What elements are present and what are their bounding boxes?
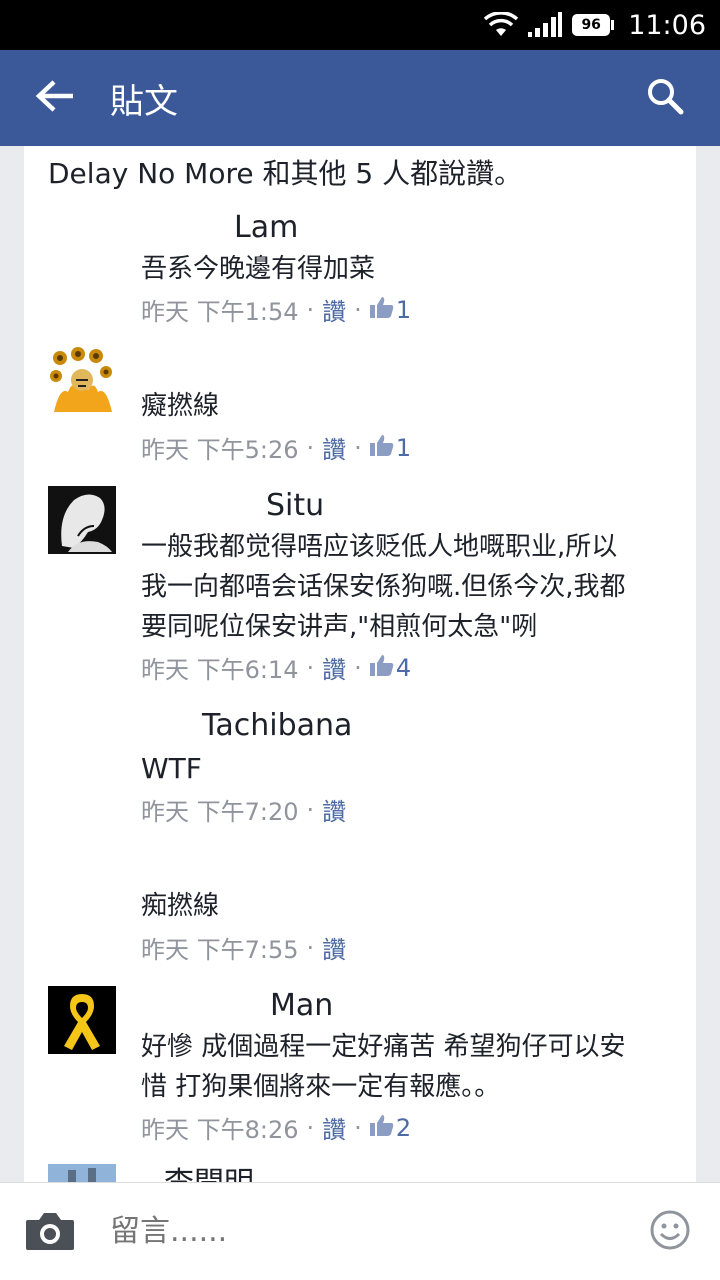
like-button[interactable]: 讚 <box>322 792 346 827</box>
comment-text: 痴撚線 <box>141 891 220 921</box>
like-count-value: 2 <box>395 1113 412 1142</box>
avatar[interactable] <box>48 1164 116 1182</box>
like-count-value: 1 <box>395 433 412 462</box>
comment-meta: 昨天 下午1:54 · 讚 · 1 <box>141 292 411 327</box>
comment-item: 痴撚線 昨天 下午7:55 · 讚 <box>48 846 672 966</box>
comment-meta: 昨天 下午6:14 · 讚 · 4 <box>141 650 411 685</box>
avatar[interactable] <box>48 986 116 1054</box>
like-button[interactable]: 讚 <box>322 292 346 327</box>
comment-text: WTF <box>141 752 202 785</box>
comment-author[interactable]: Situ <box>266 488 324 523</box>
comment-meta: 昨天 下午5:26 · 讚 · 1 <box>141 430 411 465</box>
camera-icon <box>24 1208 76 1256</box>
search-icon <box>646 77 684 119</box>
thumbs-up-icon <box>369 654 394 682</box>
like-count-value: 1 <box>395 295 412 324</box>
emoji-button[interactable] <box>620 1183 720 1280</box>
status-bar: 96 11:06 <box>0 0 720 50</box>
comment-author[interactable]: 李開明 <box>164 1158 254 1182</box>
comment-meta: 昨天 下午7:55 · 讚 <box>141 930 346 965</box>
like-button[interactable]: 讚 <box>322 430 346 465</box>
comment-text: 癡撚線 <box>141 391 220 421</box>
like-count[interactable]: 2 <box>369 1113 412 1142</box>
back-button[interactable] <box>0 50 110 146</box>
avatar[interactable] <box>48 346 116 414</box>
signal-icon <box>528 12 563 38</box>
like-button[interactable]: 讚 <box>322 930 346 965</box>
comment-item: Situ 一般我都觉得唔应该贬低人地嘅职业,所以我一向都唔会话保安係狗嘅.但係今… <box>48 486 672 686</box>
comment-item: Lam 吾系今晚邊有得加菜 昨天 下午1:54 · 讚 · 1 <box>48 208 672 328</box>
comment-time: 昨天 下午7:20 <box>141 798 299 826</box>
comments-panel: Delay No More 和其他 5 人都說讚。 Lam 吾系今晚邊有得加菜 … <box>24 146 696 1182</box>
battery-level: 96 <box>572 14 611 36</box>
battery-icon: 96 <box>572 14 615 36</box>
comment-composer <box>0 1182 720 1280</box>
comment-item: 李開明 <box>48 1164 672 1182</box>
comment-meta: 昨天 下午7:20 · 讚 <box>141 792 346 827</box>
back-arrow-icon <box>35 79 75 117</box>
comment-author[interactable]: Man <box>270 988 333 1023</box>
like-count[interactable]: 4 <box>369 653 412 682</box>
comment-text: 吾系今晚邊有得加菜 <box>141 254 376 284</box>
comment-text: 一般我都觉得唔应该贬低人地嘅职业,所以我一向都唔会话保安係狗嘅.但係今次,我都要… <box>141 532 626 642</box>
like-count[interactable]: 1 <box>369 295 412 324</box>
comment-item: Man 好慘 成個過程一定好痛苦 希望狗仔可以安惜 打狗果個將來一定有報應。。 … <box>48 986 672 1146</box>
like-button[interactable]: 讚 <box>322 1110 346 1145</box>
app-header: 貼文 <box>0 50 720 146</box>
comment-author[interactable]: Lam <box>234 210 298 245</box>
comment-author[interactable]: Tachibana <box>202 708 352 743</box>
comment-input[interactable] <box>100 1201 620 1262</box>
wifi-icon <box>484 12 519 38</box>
like-count-value: 4 <box>395 653 412 682</box>
thumbs-up-icon <box>369 1114 394 1142</box>
comment-time: 昨天 下午5:26 <box>141 436 299 464</box>
comment-meta: 昨天 下午8:26 · 讚 · 2 <box>141 1110 411 1145</box>
camera-button[interactable] <box>0 1183 100 1280</box>
comment-time: 昨天 下午8:26 <box>141 1116 299 1144</box>
thumbs-up-icon <box>369 434 394 462</box>
search-button[interactable] <box>610 50 720 146</box>
smiley-icon <box>649 1209 691 1255</box>
comment-time: 昨天 下午1:54 <box>141 298 299 326</box>
like-count[interactable]: 1 <box>369 433 412 462</box>
comment-item: Tachibana WTF 昨天 下午7:20 · 讚 <box>48 706 672 826</box>
comment-item: 癡撚線 昨天 下午5:26 · 讚 · 1 <box>48 346 672 466</box>
clock: 11:06 <box>628 9 706 41</box>
likes-summary[interactable]: Delay No More 和其他 5 人都說讚。 <box>48 152 522 192</box>
like-button[interactable]: 讚 <box>322 650 346 685</box>
page-title: 貼文 <box>110 81 178 122</box>
thumbs-up-icon <box>369 296 394 324</box>
comment-time: 昨天 下午6:14 <box>141 656 299 684</box>
avatar[interactable] <box>48 486 116 554</box>
comment-text: 好慘 成個過程一定好痛苦 希望狗仔可以安惜 打狗果個將來一定有報應。。 <box>141 1032 626 1102</box>
comment-time: 昨天 下午7:55 <box>141 936 299 964</box>
